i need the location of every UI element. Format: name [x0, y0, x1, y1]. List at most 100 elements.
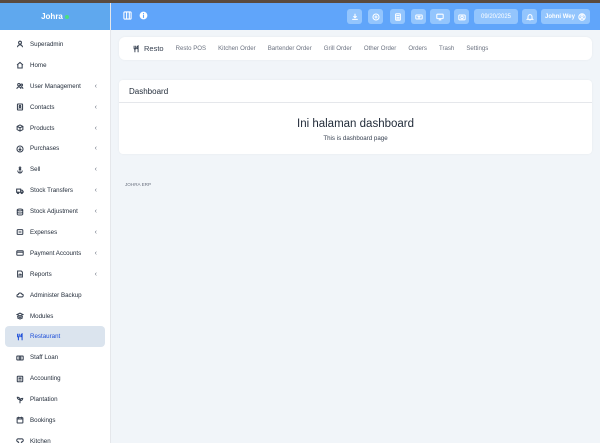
users-icon: [15, 82, 24, 91]
sidebar-item-purchases[interactable]: Purchases ‹: [5, 138, 105, 159]
dashboard-subtitle: This is dashboard page: [323, 135, 388, 142]
sidebar-item-label: Home: [30, 61, 47, 69]
chart-icon: [15, 270, 24, 279]
credit-card-icon: [15, 249, 24, 258]
dashboard-card: Dashboard Ini halaman dashboard This is …: [119, 80, 592, 154]
truck-icon: [15, 186, 24, 195]
download-icon: [351, 13, 358, 20]
plus-circle-icon: [371, 12, 380, 21]
brand-logo[interactable]: Johra: [0, 3, 110, 30]
chevron-left-icon: ‹: [94, 82, 97, 90]
date-display[interactable]: 09/20/2025: [474, 9, 518, 24]
sidebar-nav: Superadmin Home User Management ‹ Contacts ‹ P…: [0, 30, 110, 443]
address-book-icon: [15, 103, 24, 112]
footer-brand: JOHRA ERP: [125, 182, 152, 187]
chevron-left-icon: ‹: [94, 166, 97, 174]
card-body: Ini halaman dashboard This is dashboard …: [119, 103, 592, 142]
chef-icon: [15, 437, 24, 443]
utensils-icon: [15, 332, 24, 341]
box-icon: [15, 124, 24, 133]
sidebar-item-expenses[interactable]: Expenses ‹: [5, 222, 105, 243]
sidebar-item-bookings[interactable]: Bookings: [5, 410, 105, 431]
pos-screen-button[interactable]: [430, 9, 450, 24]
sidebar-item-products[interactable]: Products ‹: [5, 118, 105, 139]
subnav-link-bartender-order[interactable]: Bartender Order: [268, 45, 312, 52]
sidebar-item-home[interactable]: Home: [5, 55, 105, 76]
sidebar-item-label: Staff Loan: [30, 354, 59, 362]
money-icon: [15, 353, 24, 362]
resto-home-link[interactable]: Resto: [133, 44, 164, 53]
download-icon: [15, 144, 24, 153]
sidebar-item-payment-accounts[interactable]: Payment Accounts ‹: [5, 243, 105, 264]
sidebar-item-label: Reports: [30, 270, 52, 278]
sidebar-item-label: Administer Backup: [30, 291, 82, 299]
sidebar-item-label: Payment Accounts: [30, 249, 82, 257]
grid-icon[interactable]: [123, 11, 132, 20]
keyboard-button[interactable]: [411, 9, 426, 24]
sidebar-item-label: Restaurant: [30, 333, 61, 341]
subnav-link-grill-order[interactable]: Grill Order: [324, 45, 352, 52]
add-button[interactable]: [368, 9, 383, 24]
download-button[interactable]: [347, 9, 362, 24]
cloud-icon: [15, 291, 24, 300]
sidebar-item-label: Stock Transfers: [30, 187, 73, 195]
chevron-left-icon: ‹: [94, 270, 97, 278]
sidebar-item-modules[interactable]: Modules: [5, 306, 105, 327]
sidebar-item-reports[interactable]: Reports ‹: [5, 264, 105, 285]
subnav-link-orders[interactable]: Orders: [408, 45, 427, 52]
sidebar-item-label: Kitchen: [30, 437, 51, 443]
calendar-icon: [15, 416, 24, 425]
user-menu-button[interactable]: Johni Wey: [541, 9, 590, 24]
monitor-icon: [436, 13, 444, 20]
sidebar-item-user-management[interactable]: User Management ‹: [5, 76, 105, 97]
subnav-link-resto-pos[interactable]: Resto POS: [176, 45, 206, 52]
plant-icon: [15, 395, 24, 404]
sidebar-item-staff-loan[interactable]: Staff Loan: [5, 347, 105, 368]
sidebar-item-accounting[interactable]: Accounting: [5, 368, 105, 389]
sidebar-item-label: Purchases: [30, 145, 60, 153]
sidebar-item-plantation[interactable]: Plantation: [5, 389, 105, 410]
anchor-icon: [15, 165, 24, 174]
notifications-button[interactable]: [522, 9, 537, 24]
card-heading: Dashboard: [119, 80, 592, 103]
chevron-left-icon: ‹: [94, 145, 97, 153]
sidebar-item-kitchen[interactable]: Kitchen: [5, 431, 105, 443]
calculator-icon: [15, 374, 24, 383]
camera-button[interactable]: [454, 9, 469, 24]
sidebar-item-label: Contacts: [30, 103, 55, 111]
subnav-link-settings[interactable]: Settings: [466, 45, 488, 52]
sidebar-item-label: Sell: [30, 166, 41, 174]
dashboard-title: Ini halaman dashboard: [297, 118, 414, 130]
bell-icon: [525, 13, 534, 21]
chevron-left-icon: ‹: [94, 124, 97, 132]
restaurant-subnav: Resto Resto POS Kitchen Order Bartender …: [119, 37, 592, 60]
info-icon[interactable]: [139, 11, 148, 20]
sidebar-item-administer-backup[interactable]: Administer Backup: [5, 285, 105, 306]
sidebar-item-restaurant[interactable]: Restaurant: [5, 326, 105, 348]
sidebar-item-stock-adjustment[interactable]: Stock Adjustment ‹: [5, 201, 105, 222]
chevron-left-icon: ‹: [94, 208, 97, 216]
calculator-icon: [394, 12, 401, 21]
sidebar-item-stock-transfers[interactable]: Stock Transfers ‹: [5, 180, 105, 201]
calculator-button[interactable]: [390, 9, 405, 24]
utensils-icon: [133, 44, 139, 52]
subnav-link-other-order[interactable]: Other Order: [364, 45, 397, 52]
date-text: 09/20/2025: [480, 13, 512, 20]
sidebar-item-sell[interactable]: Sell ‹: [5, 159, 105, 180]
sidebar-item-label: User Management: [30, 82, 81, 90]
sidebar-item-superadmin[interactable]: Superadmin: [5, 34, 105, 55]
sidebar-item-label: Bookings: [30, 416, 56, 424]
chevron-left-icon: ‹: [94, 103, 97, 111]
user-circle-icon: [578, 12, 586, 21]
database-icon: [15, 207, 24, 216]
sidebar-item-label: Accounting: [30, 375, 61, 383]
sidebar-item-contacts[interactable]: Contacts ‹: [5, 97, 105, 118]
home-icon: [15, 61, 24, 70]
top-header: 09/20/2025 Johni Wey: [111, 3, 600, 30]
chevron-left-icon: ‹: [94, 249, 97, 257]
subnav-link-kitchen-order[interactable]: Kitchen Order: [218, 45, 256, 52]
user-name: Johni Wey: [545, 13, 575, 20]
subnav-link-trash[interactable]: Trash: [439, 45, 454, 52]
brand-name: Johra: [41, 12, 63, 21]
sidebar: Johra Superadmin Home User Management ‹ Cont…: [0, 3, 111, 443]
